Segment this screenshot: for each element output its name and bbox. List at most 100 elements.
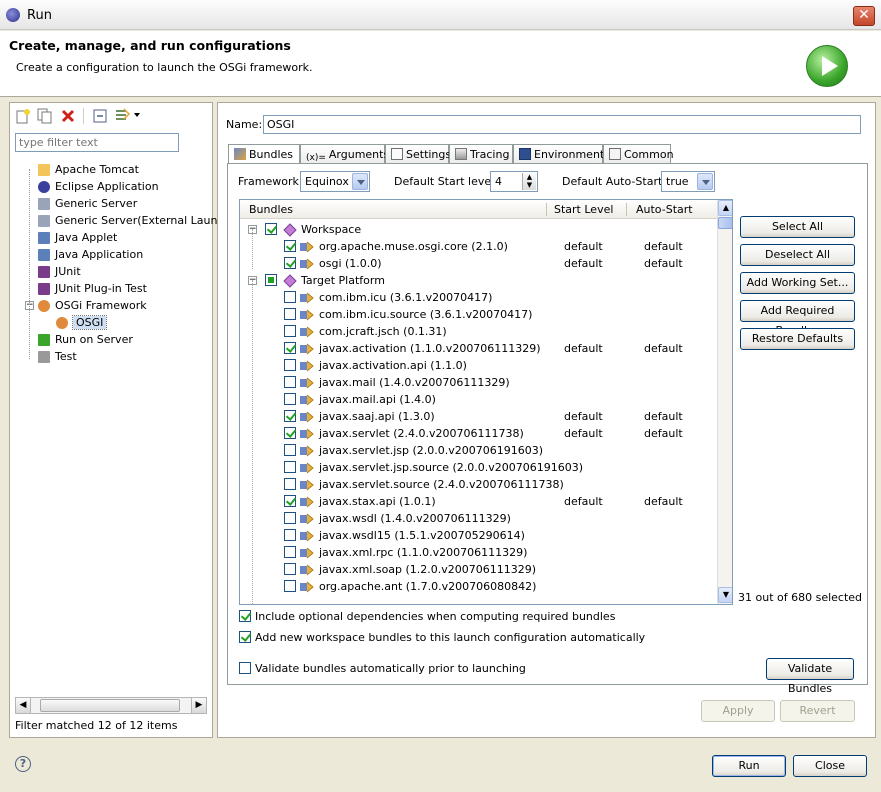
table-row[interactable]: javax.servlet.jsp.source (2.0.0.v2007061… bbox=[240, 459, 717, 476]
scroll-thumb[interactable] bbox=[718, 217, 732, 229]
table-row[interactable]: javax.xml.rpc (1.1.0.v200706111329) bbox=[240, 544, 717, 561]
tree-item-apache-tomcat[interactable]: Apache Tomcat bbox=[38, 161, 139, 178]
add-required-bundles-button[interactable]: Add Required Bundles bbox=[740, 300, 855, 337]
auto-start-cell[interactable]: default bbox=[644, 238, 683, 255]
table-row[interactable]: javax.servlet.source (2.4.0.v20070611173… bbox=[240, 476, 717, 493]
bundle-checkbox[interactable] bbox=[284, 529, 296, 541]
start-level-spinner[interactable]: 4 ▲ ▼ bbox=[490, 171, 538, 192]
table-row[interactable]: javax.servlet.jsp (2.0.0.v200706191603) bbox=[240, 442, 717, 459]
help-icon[interactable]: ? bbox=[15, 756, 31, 772]
bundle-checkbox[interactable] bbox=[284, 393, 296, 405]
restore-defaults-button[interactable]: Restore Defaults bbox=[740, 328, 855, 350]
tab-tracing[interactable]: Tracing bbox=[449, 144, 513, 164]
table-row[interactable]: com.ibm.icu (3.6.1.v20070417) bbox=[240, 289, 717, 306]
table-group-row[interactable]: − Target Platform bbox=[240, 272, 717, 289]
tab-arguments[interactable]: (x)= Arguments bbox=[300, 144, 389, 164]
bundle-checkbox[interactable] bbox=[284, 291, 296, 303]
start-level-cell[interactable]: default bbox=[564, 340, 603, 357]
validate-checkbox[interactable] bbox=[239, 662, 251, 674]
column-bundles[interactable]: Bundles bbox=[249, 203, 293, 216]
tree-item-generic-server-external-launch[interactable]: Generic Server(External Launch) bbox=[38, 212, 235, 229]
bundle-checkbox[interactable] bbox=[265, 274, 277, 286]
framework-select[interactable]: Equinox bbox=[300, 171, 370, 192]
bundle-checkbox[interactable] bbox=[284, 444, 296, 456]
table-row[interactable]: osgi (1.0.0) default default bbox=[240, 255, 717, 272]
table-row[interactable]: javax.saaj.api (1.3.0) default default bbox=[240, 408, 717, 425]
start-level-cell[interactable]: default bbox=[564, 255, 603, 272]
bundle-checkbox[interactable] bbox=[284, 342, 296, 354]
start-level-cell[interactable]: default bbox=[564, 425, 603, 442]
tree-item-junit-plug-in-test[interactable]: JUnit Plug-in Test bbox=[38, 280, 147, 297]
column-start-level[interactable]: Start Level bbox=[554, 203, 613, 216]
bundle-checkbox[interactable] bbox=[284, 308, 296, 320]
tab-environment[interactable]: Environment bbox=[513, 144, 604, 164]
collapse-all-icon[interactable] bbox=[92, 108, 108, 124]
bundle-checkbox[interactable] bbox=[284, 478, 296, 490]
table-row[interactable]: javax.stax.api (1.0.1) default default bbox=[240, 493, 717, 510]
start-level-cell[interactable]: default bbox=[564, 238, 603, 255]
bundle-checkbox[interactable] bbox=[284, 461, 296, 473]
auto-start-cell[interactable]: default bbox=[644, 425, 683, 442]
bundle-checkbox[interactable] bbox=[284, 563, 296, 575]
filter-menu-icon[interactable] bbox=[114, 107, 140, 123]
bundle-checkbox[interactable] bbox=[284, 376, 296, 388]
table-row[interactable]: org.apache.ant (1.7.0.v200706080842) bbox=[240, 578, 717, 595]
validate-bundles-button[interactable]: Validate Bundles bbox=[766, 658, 854, 695]
spinner-arrows-icon[interactable]: ▲ ▼ bbox=[522, 173, 536, 190]
table-row[interactable]: com.ibm.icu.source (3.6.1.v20070417) bbox=[240, 306, 717, 323]
include-optional-checkbox[interactable] bbox=[239, 610, 251, 622]
bundle-checkbox[interactable] bbox=[284, 580, 296, 592]
start-level-cell[interactable]: default bbox=[564, 493, 603, 510]
tab-settings[interactable]: Settings bbox=[385, 144, 451, 164]
table-row[interactable]: javax.servlet (2.4.0.v200706111738) defau… bbox=[240, 425, 717, 442]
duplicate-icon[interactable] bbox=[37, 108, 53, 124]
bundle-checkbox[interactable] bbox=[284, 240, 296, 252]
tree-item-osgi[interactable]: OSGI bbox=[56, 314, 108, 331]
scroll-down-icon[interactable]: ▼ bbox=[718, 587, 732, 603]
scroll-up-icon[interactable]: ▲ bbox=[718, 200, 732, 216]
add-new-workspace-checkbox[interactable] bbox=[239, 631, 251, 643]
column-auto-start[interactable]: Auto-Start bbox=[636, 203, 693, 216]
table-row[interactable]: javax.wsdl15 (1.5.1.v200705290614) bbox=[240, 527, 717, 544]
close-button[interactable]: Close bbox=[793, 755, 867, 777]
tree-item-junit[interactable]: JUnit bbox=[38, 263, 81, 280]
bundle-checkbox[interactable] bbox=[284, 512, 296, 524]
table-row[interactable]: javax.wsdl (1.4.0.v200706111329) bbox=[240, 510, 717, 527]
bundle-checkbox[interactable] bbox=[284, 427, 296, 439]
tree-item-test[interactable]: Test bbox=[38, 348, 77, 365]
table-row[interactable]: javax.activation.api (1.1.0) bbox=[240, 357, 717, 374]
add-working-set-button[interactable]: Add Working Set... bbox=[740, 272, 855, 294]
table-row[interactable]: javax.mail (1.4.0.v200706111329) bbox=[240, 374, 717, 391]
bundle-checkbox[interactable] bbox=[284, 325, 296, 337]
tree-item-java-application[interactable]: Java Application bbox=[38, 246, 143, 263]
tree-item-osgi-framework[interactable]: OSGi Framework − bbox=[25, 297, 147, 314]
tree-item-run-on-server[interactable]: Run on Server bbox=[38, 331, 133, 348]
bundle-checkbox[interactable] bbox=[284, 546, 296, 558]
auto-start-cell[interactable]: default bbox=[644, 493, 683, 510]
auto-start-cell[interactable]: default bbox=[644, 340, 683, 357]
vertical-scrollbar[interactable]: ▲ ▼ bbox=[717, 200, 732, 604]
start-level-cell[interactable]: default bbox=[564, 408, 603, 425]
table-row[interactable]: org.apache.muse.osgi.core (2.1.0) default… bbox=[240, 238, 717, 255]
table-row[interactable]: javax.mail.api (1.4.0) bbox=[240, 391, 717, 408]
tree-item-java-applet[interactable]: Java Applet bbox=[38, 229, 117, 246]
close-window-button[interactable]: ✕ bbox=[853, 6, 875, 26]
apply-button[interactable]: Apply bbox=[701, 700, 775, 722]
table-row[interactable]: javax.xml.soap (1.2.0.v200706111329) bbox=[240, 561, 717, 578]
table-row[interactable]: javax.activation (1.1.0.v200706111329) de… bbox=[240, 340, 717, 357]
new-config-icon[interactable] bbox=[15, 108, 31, 124]
name-field[interactable]: OSGI bbox=[263, 115, 861, 134]
delete-icon[interactable] bbox=[60, 108, 76, 124]
revert-button[interactable]: Revert bbox=[780, 700, 855, 722]
include-optional-option[interactable]: Include optional dependencies when compu… bbox=[239, 610, 615, 624]
table-group-row[interactable]: − Workspace bbox=[240, 221, 717, 238]
scroll-right-icon[interactable]: ▶ bbox=[191, 698, 206, 713]
auto-start-select[interactable]: true bbox=[661, 171, 715, 192]
bundle-checkbox[interactable] bbox=[284, 410, 296, 422]
validate-option[interactable]: Validate bundles automatically prior to … bbox=[239, 662, 526, 676]
horizontal-scrollbar[interactable]: ◀ ▶ bbox=[15, 697, 207, 714]
tab-common[interactable]: Common bbox=[603, 144, 674, 164]
tree-item-eclipse-application[interactable]: Eclipse Application bbox=[38, 178, 159, 195]
deselect-all-button[interactable]: Deselect All bbox=[740, 244, 855, 266]
bundle-checkbox[interactable] bbox=[284, 359, 296, 371]
